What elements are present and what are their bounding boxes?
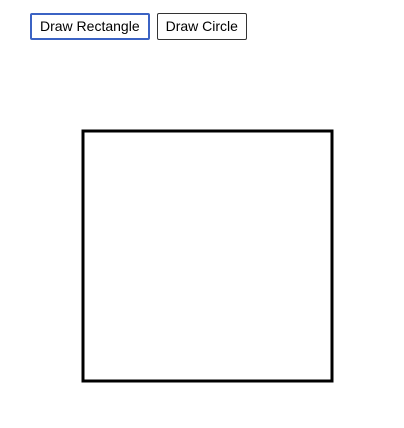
drawing-surface[interactable] xyxy=(0,60,404,428)
drawing-canvas[interactable] xyxy=(0,60,404,428)
page: Draw Rectangle Draw Circle xyxy=(0,0,404,428)
draw-rectangle-button[interactable]: Draw Rectangle xyxy=(30,13,150,40)
toolbar: Draw Rectangle Draw Circle xyxy=(30,13,247,40)
drawn-rectangle xyxy=(81,129,334,383)
draw-circle-button[interactable]: Draw Circle xyxy=(156,13,247,40)
